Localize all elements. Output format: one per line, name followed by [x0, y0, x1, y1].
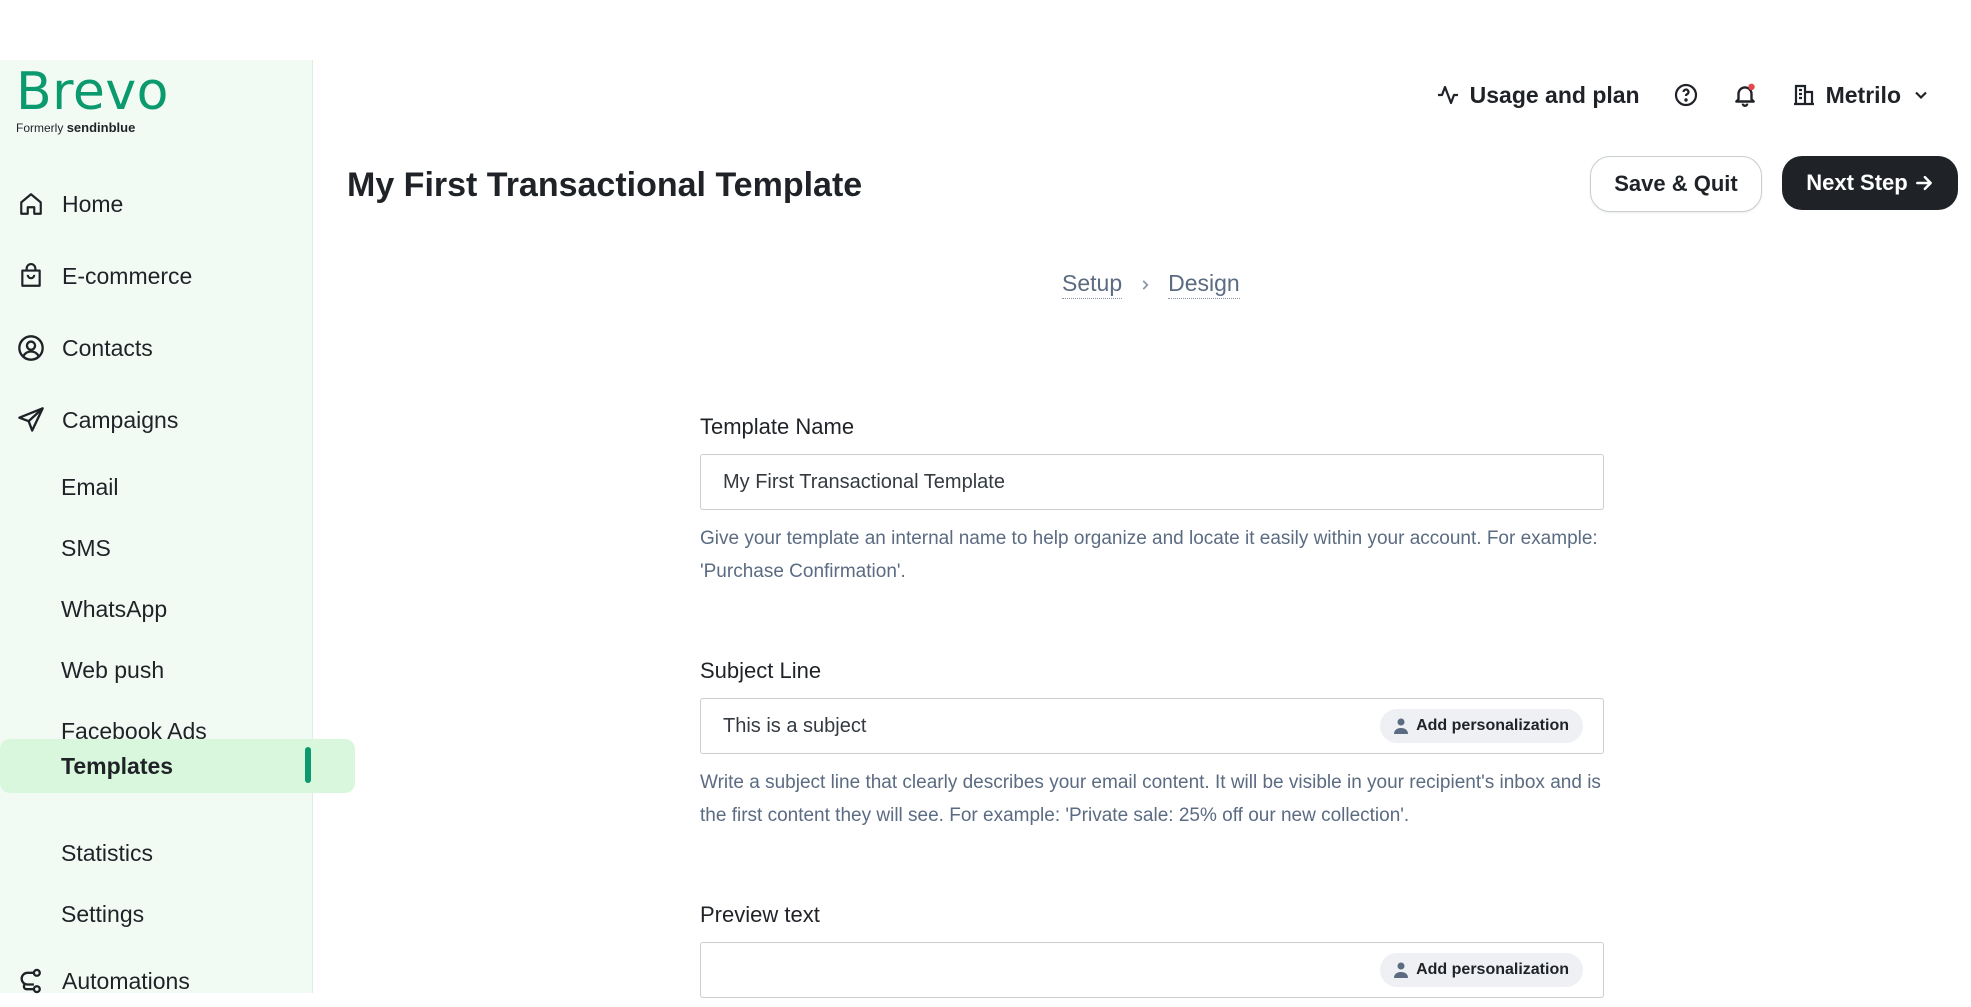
save-quit-button[interactable]: Save & Quit	[1590, 156, 1762, 212]
sidebar-item-statistics[interactable]: Statistics	[0, 827, 355, 879]
breadcrumb-design[interactable]: Design	[1168, 270, 1240, 299]
sidebar-item-label: Statistics	[61, 839, 154, 866]
sidebar-item-label: Contacts	[62, 334, 153, 361]
usage-and-plan-link[interactable]: Usage and plan	[1436, 82, 1640, 109]
arrow-right-icon	[1915, 175, 1932, 191]
subject-line-field[interactable]: This is a subject Add personalization	[700, 698, 1604, 754]
breadcrumb: Setup Design	[1062, 270, 1240, 299]
sidebar-item-settings[interactable]: Settings	[0, 888, 355, 940]
top-bar: Usage and plan Metrilo	[1436, 78, 1931, 112]
sidebar-item-contacts[interactable]: Contacts	[0, 322, 294, 374]
next-step-button[interactable]: Next Step	[1782, 156, 1958, 210]
paper-plane-icon	[14, 403, 48, 437]
building-icon	[1793, 84, 1814, 106]
active-item-marker	[305, 747, 311, 783]
next-step-label: Next Step	[1806, 170, 1908, 195]
sidebar-item-home[interactable]: Home	[0, 178, 294, 230]
sidebar-item-label: Templates	[61, 752, 174, 779]
help-button[interactable]	[1674, 83, 1698, 107]
shopping-bag-icon	[14, 259, 48, 293]
sidebar: Brevo Formerly sendinblue Home E-commerc…	[0, 60, 355, 994]
sidebar-item-label: WhatsApp	[61, 595, 168, 622]
person-icon	[1394, 962, 1409, 978]
subject-line-value: This is a subject	[723, 714, 867, 737]
sidebar-item-web-push[interactable]: Web push	[0, 644, 355, 696]
logo-formerly: Formerly	[16, 121, 64, 135]
template-name-label: Template Name	[700, 414, 855, 439]
bell-icon	[1734, 83, 1755, 107]
sidebar-item-label: Settings	[61, 900, 145, 927]
add-personalization-label: Add personalization	[1416, 961, 1569, 978]
logo-brand: sendinblue	[66, 120, 136, 135]
preview-text-field[interactable]: Add personalization	[700, 942, 1604, 998]
template-name-value: My First Transactional Template	[723, 470, 1005, 493]
account-name: Metrilo	[1825, 81, 1901, 108]
template-setup-form: Template Name My First Transactional Tem…	[700, 414, 1604, 998]
sidebar-item-label: Campaigns	[62, 406, 179, 433]
subject-line-label: Subject Line	[700, 658, 822, 683]
account-menu[interactable]: Metrilo	[1792, 82, 1931, 109]
sidebar-item-label: E-commerce	[62, 262, 193, 289]
brevo-logo[interactable]: Brevo Formerly sendinblue	[16, 66, 169, 135]
breadcrumb-setup[interactable]: Setup	[1062, 270, 1123, 299]
preview-add-personalization-button[interactable]: Add personalization	[1380, 953, 1583, 987]
page-title: My First Transactional Template	[347, 166, 863, 204]
sidebar-item-automations[interactable]: Automations	[0, 955, 294, 1007]
logo-wordmark: Brevo	[16, 62, 169, 122]
user-circle-icon	[14, 331, 48, 365]
sidebar-item-label: Email	[61, 473, 119, 500]
add-personalization-label: Add personalization	[1416, 717, 1569, 734]
template-name-field[interactable]: My First Transactional Template	[700, 454, 1604, 510]
home-icon	[14, 187, 48, 221]
sidebar-item-label: Home	[62, 190, 124, 217]
sidebar-item-campaigns[interactable]: Campaigns	[0, 394, 294, 446]
usage-and-plan-label: Usage and plan	[1469, 81, 1640, 108]
sidebar-item-label: SMS	[61, 534, 111, 561]
sidebar-item-email[interactable]: Email	[0, 461, 355, 513]
subject-line-help: Write a subject line that clearly descri…	[700, 772, 1601, 826]
chevron-right-icon	[1142, 279, 1149, 290]
person-icon	[1394, 718, 1409, 734]
help-icon	[1674, 83, 1697, 107]
sidebar-item-templates[interactable]: Templates	[0, 739, 355, 793]
activity-icon	[1437, 85, 1458, 105]
subject-add-personalization-button[interactable]: Add personalization	[1380, 709, 1583, 743]
chevron-down-icon	[1915, 91, 1927, 100]
template-name-help: Give your template an internal name to h…	[700, 528, 1598, 582]
preview-text-label: Preview text	[700, 902, 820, 927]
template-name-section: Template Name My First Transactional Tem…	[700, 414, 1604, 588]
sidebar-item-label: Web push	[61, 656, 165, 683]
sidebar-item-label: Automations	[62, 967, 190, 994]
preview-text-section: Preview text Add personalization	[700, 902, 1604, 998]
sidebar-item-sms[interactable]: SMS	[0, 522, 355, 574]
subject-line-section: Subject Line This is a subject Add perso…	[700, 658, 1604, 832]
notifications-button[interactable]	[1732, 82, 1758, 108]
sidebar-item-ecommerce[interactable]: E-commerce	[0, 250, 294, 302]
logo-subtitle: Formerly sendinblue	[16, 120, 169, 135]
sidebar-item-whatsapp[interactable]: WhatsApp	[0, 583, 355, 635]
